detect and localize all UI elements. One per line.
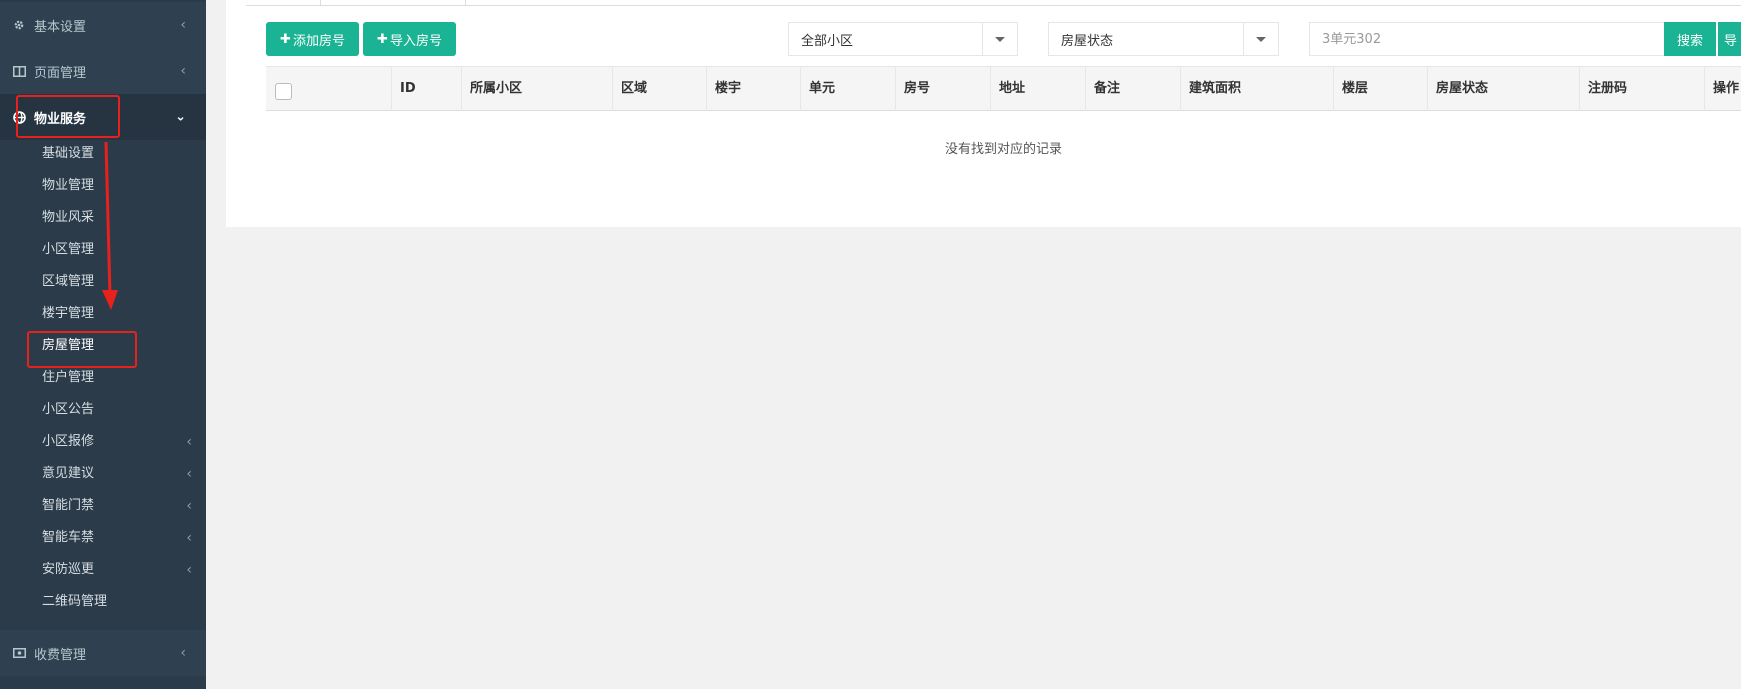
sidebar-item-label: 小区管理	[42, 242, 95, 257]
search-input[interactable]	[1309, 22, 1667, 56]
content-panel: ✚添加房号 ✚导入房号 全部小区 房屋状态 搜索 导 ID 所属小区 区域 楼宇…	[226, 0, 1741, 227]
nav-basic-settings[interactable]: 基本设置 ‹	[0, 2, 206, 48]
sidebar-item-label: 住户管理	[42, 370, 95, 385]
column-header[interactable]: 房号	[895, 67, 990, 111]
sidebar-item-label: 物业风采	[42, 210, 95, 225]
sidebar-item-label: 智能车禁	[42, 530, 95, 545]
select-all-checkbox[interactable]	[275, 83, 292, 100]
tab-1[interactable]	[246, 0, 321, 6]
column-header[interactable]: 地址	[990, 67, 1085, 111]
column-header[interactable]: 单元	[800, 67, 895, 111]
search-button[interactable]: 搜索	[1664, 22, 1716, 56]
column-header[interactable]: 备注	[1085, 67, 1180, 111]
plus-icon: ✚	[377, 31, 388, 47]
house-status-select[interactable]: 房屋状态	[1048, 22, 1279, 56]
column-header[interactable]: ID	[391, 67, 461, 111]
nav-label: 物业服务	[34, 111, 87, 127]
sidebar-item-label: 楼宇管理	[42, 306, 95, 321]
nav-label: 页面管理	[34, 65, 87, 81]
chevron-left-icon: ‹	[186, 434, 192, 450]
sidebar-item-label: 小区公告	[42, 402, 95, 417]
gear-icon	[12, 18, 26, 32]
nav-property-services[interactable]: 物业服务 ⌄	[0, 94, 206, 140]
column-header[interactable]: 楼层	[1333, 67, 1427, 111]
table-header: ID 所属小区 区域 楼宇 单元 房号 地址 备注 建筑面积 楼层 房屋状态 注…	[266, 66, 1741, 111]
sidebar-item-label: 智能门禁	[42, 498, 95, 513]
chevron-left-icon: ‹	[186, 562, 192, 578]
chevron-left-icon: ‹	[186, 466, 192, 482]
sidebar-item-label: 安防巡更	[42, 562, 95, 577]
dropdown-caret-icon	[982, 23, 1017, 55]
column-header[interactable]: 注册码	[1579, 67, 1704, 111]
sidebar-item-label: 二维码管理	[42, 594, 108, 609]
column-header[interactable]: 楼宇	[706, 67, 800, 111]
sidebar: 基本设置 ‹ 页面管理 ‹ 物业服务 ⌄ 基础设置 物业管理 物业风采 小区管理…	[0, 0, 206, 689]
sidebar-item-smart-door[interactable]: 智能门禁 ‹	[0, 490, 206, 522]
chevron-left-icon: ‹	[180, 645, 186, 661]
sidebar-item-label: 区域管理	[42, 274, 95, 289]
chevron-left-icon: ‹	[180, 17, 186, 33]
community-select-value: 全部小区	[801, 33, 854, 49]
annotation-arrow-icon	[102, 141, 118, 310]
export-button-label: 导	[1724, 33, 1738, 49]
column-header[interactable]: 房屋状态	[1427, 67, 1579, 111]
tab-2[interactable]	[321, 0, 466, 6]
sidebar-item-repair[interactable]: 小区报修 ‹	[0, 426, 206, 458]
nav-label: 基本设置	[34, 19, 87, 35]
chevron-down-icon: ⌄	[175, 109, 186, 125]
search-button-label: 搜索	[1676, 33, 1703, 49]
money-icon	[12, 646, 26, 660]
column-header[interactable]: 建筑面积	[1180, 67, 1333, 111]
export-button[interactable]: 导	[1718, 22, 1741, 56]
sidebar-item-suggestions[interactable]: 意见建议 ‹	[0, 458, 206, 490]
sidebar-item-security-patrol[interactable]: 安防巡更 ‹	[0, 554, 206, 586]
chevron-left-icon: ‹	[186, 530, 192, 546]
column-header[interactable]: 操作	[1704, 67, 1741, 111]
nav-page-management[interactable]: 页面管理 ‹	[0, 48, 206, 94]
nav-fee-management[interactable]: 收费管理 ‹	[0, 630, 206, 676]
add-house-button[interactable]: ✚ 添加房号	[266, 22, 359, 56]
globe-icon	[12, 110, 26, 124]
import-house-button[interactable]: ✚ 导入房号	[363, 22, 456, 56]
sidebar-item-label: 房屋管理	[42, 338, 95, 353]
tab-strip	[246, 0, 1741, 6]
chevron-left-icon: ‹	[186, 498, 192, 514]
sidebar-item-label: 意见建议	[42, 466, 95, 481]
sidebar-item-label: 基础设置	[42, 146, 95, 161]
sidebar-item-resident-management[interactable]: 住户管理	[0, 362, 206, 394]
plus-icon: ✚	[280, 31, 291, 47]
select-all-cell	[266, 67, 391, 111]
add-house-label: 添加房号	[292, 33, 345, 49]
sidebar-item-qrcode-management[interactable]: 二维码管理	[0, 586, 206, 618]
column-header[interactable]: 所属小区	[461, 67, 612, 111]
nav-label: 收费管理	[34, 647, 87, 663]
dropdown-caret-icon	[1243, 23, 1278, 55]
community-select[interactable]: 全部小区	[788, 22, 1018, 56]
chevron-left-icon: ‹	[180, 63, 186, 79]
columns-icon	[12, 64, 26, 78]
sidebar-item-community-notice[interactable]: 小区公告	[0, 394, 206, 426]
import-house-label: 导入房号	[389, 33, 442, 49]
sidebar-item-house-management[interactable]: 房屋管理	[0, 330, 206, 362]
empty-table-message: 没有找到对应的记录	[944, 142, 1062, 157]
sidebar-item-label: 物业管理	[42, 178, 95, 193]
house-status-select-value: 房屋状态	[1061, 33, 1114, 49]
column-header[interactable]: 区域	[612, 67, 706, 111]
sidebar-item-smart-parking[interactable]: 智能车禁 ‹	[0, 522, 206, 554]
sidebar-item-label: 小区报修	[42, 434, 95, 449]
